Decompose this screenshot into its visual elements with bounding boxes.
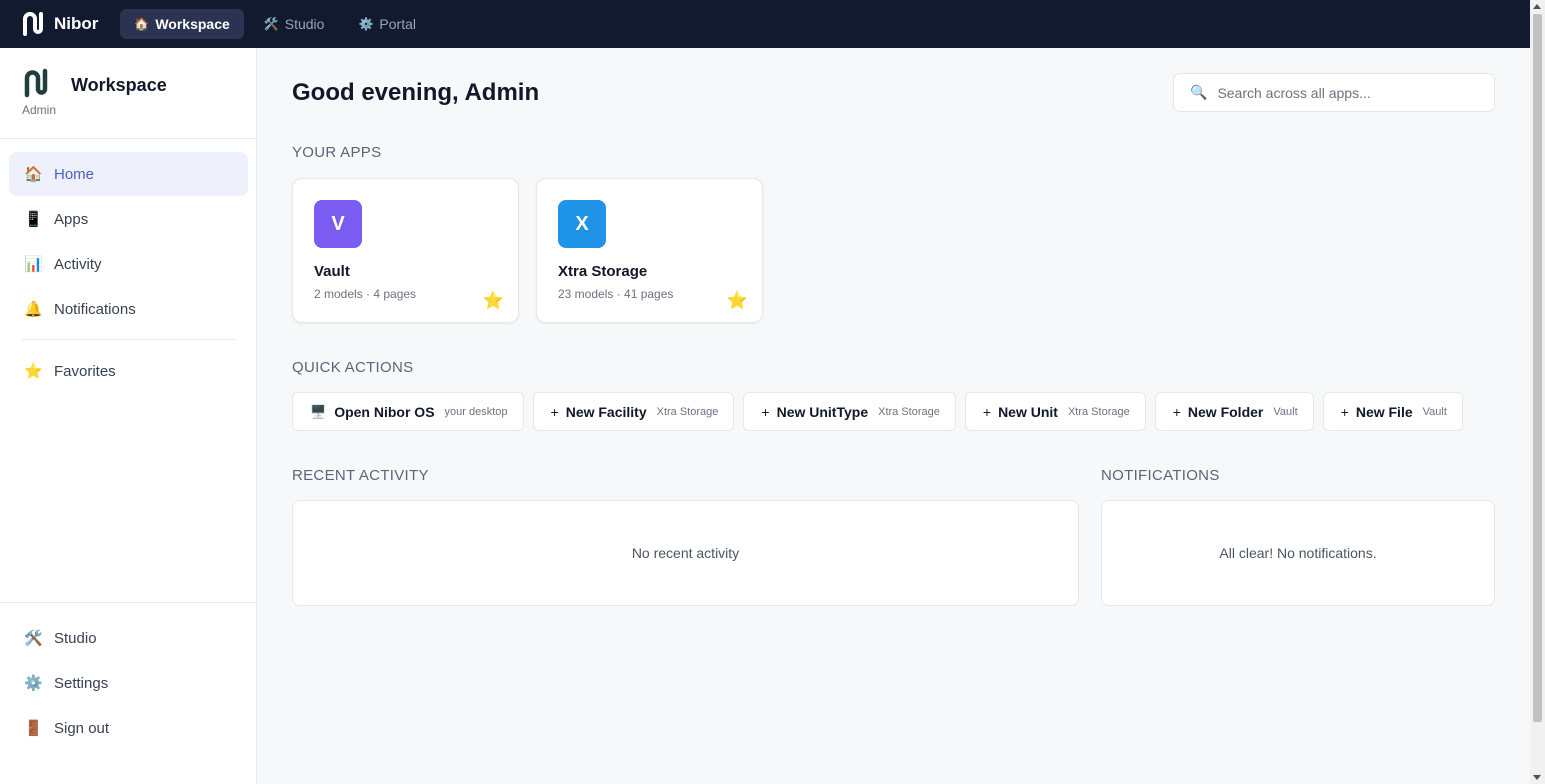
sidebar-item-settings[interactable]: ⚙️ Settings <box>9 661 247 705</box>
favorite-star-icon[interactable]: ⭐ <box>727 291 748 311</box>
star-icon: ⭐ <box>24 363 43 380</box>
app-name: Vault <box>314 263 350 280</box>
sidebar-item-favorites[interactable]: ⭐ Favorites <box>9 349 248 393</box>
door-icon: 🚪 <box>24 720 43 737</box>
gear-icon: ⚙️ <box>358 17 374 31</box>
quick-action-new-unittype[interactable]: + New UnitType Xtra Storage <box>743 392 956 431</box>
plus-icon: + <box>1172 403 1181 420</box>
scroll-down-arrow-icon[interactable] <box>1533 775 1541 780</box>
search-icon: 🔍 <box>1190 84 1208 100</box>
sidebar-divider <box>22 339 235 340</box>
sidebar-item-label: Activity <box>54 255 102 273</box>
sidebar-header: Workspace Admin <box>0 48 256 139</box>
app-meta: 23 models · 41 pages <box>558 287 674 301</box>
home-icon: 🏠 <box>134 17 150 31</box>
app-name: Xtra Storage <box>558 263 648 280</box>
sidebar: Workspace Admin 🏠 Home 📱 Apps 📊 Activity… <box>0 48 257 784</box>
sidebar-item-apps[interactable]: 📱 Apps <box>9 197 248 241</box>
bar-chart-icon: 📊 <box>24 256 43 273</box>
empty-state-text: All clear! No notifications. <box>1219 545 1377 561</box>
notifications-panel: All clear! No notifications. <box>1101 500 1495 606</box>
workspace-logo-icon <box>24 68 48 98</box>
app-letter-icon: X <box>558 200 606 248</box>
plus-icon: + <box>550 403 559 420</box>
sidebar-nav: 🏠 Home 📱 Apps 📊 Activity 🔔 Notifications… <box>9 152 248 394</box>
sidebar-item-label: Settings <box>54 674 109 692</box>
tools-icon: 🛠️ <box>24 630 43 647</box>
quick-action-label: Open Nibor OS <box>334 403 435 420</box>
house-icon: 🏠 <box>24 166 43 183</box>
quick-action-tag: Vault <box>1273 405 1298 418</box>
quick-action-tag: your desktop <box>444 405 508 418</box>
topnav-label: Portal <box>379 16 416 32</box>
nibor-logo-icon <box>23 12 43 36</box>
sidebar-item-activity[interactable]: 📊 Activity <box>9 242 248 286</box>
plus-icon: + <box>982 403 992 420</box>
search-input[interactable] <box>1217 84 1478 101</box>
sidebar-footer: 🛠️ Studio ⚙️ Settings 🚪 Sign out <box>0 602 256 751</box>
topnav-label: Workspace <box>155 16 230 32</box>
sidebar-item-notifications[interactable]: 🔔 Notifications <box>9 287 248 331</box>
plus-icon: + <box>761 403 770 420</box>
sidebar-item-studio[interactable]: 🛠️ Studio <box>9 616 247 660</box>
quick-action-open-nibor-os[interactable]: 🖥️ Open Nibor OS your desktop <box>292 392 524 431</box>
brand-name: Nibor <box>54 14 99 33</box>
sidebar-item-label: Home <box>54 165 95 183</box>
sidebar-item-label: Notifications <box>54 300 136 318</box>
phone-icon: 📱 <box>24 211 43 228</box>
bell-icon: 🔔 <box>24 301 43 318</box>
quick-action-new-file[interactable]: + New File Vault <box>1322 392 1463 431</box>
sidebar-item-label: Apps <box>54 210 89 228</box>
app-meta: 2 models · 4 pages <box>314 287 417 301</box>
quick-action-tag: Xtra Storage <box>1067 405 1130 418</box>
top-nav: 🏠 Workspace 🛠️ Studio ⚙️ Portal <box>120 9 430 39</box>
quick-action-new-unit[interactable]: + New Unit Xtra Storage <box>964 392 1146 431</box>
brand[interactable]: Nibor <box>20 11 98 37</box>
quick-action-label: New Facility <box>565 403 647 420</box>
empty-state-text: No recent activity <box>631 545 740 561</box>
topnav-workspace[interactable]: 🏠 Workspace <box>120 9 244 39</box>
app-letter-icon: V <box>314 200 362 248</box>
scroll-up-arrow-icon[interactable] <box>1533 4 1541 9</box>
favorite-star-icon[interactable]: ⭐ <box>483 291 504 311</box>
section-title-recent-activity: RECENT ACTIVITY <box>292 467 429 484</box>
sidebar-item-label: Favorites <box>54 362 116 380</box>
topnav-studio[interactable]: 🛠️ Studio <box>250 9 339 39</box>
topnav-label: Studio <box>284 16 325 32</box>
desktop-icon: 🖥️ <box>310 403 327 419</box>
page-title: Good evening, Admin <box>292 79 540 106</box>
quick-action-tag: Vault <box>1422 405 1447 418</box>
quick-action-label: New Folder <box>1187 403 1264 420</box>
sidebar-item-home[interactable]: 🏠 Home <box>9 152 248 196</box>
quick-actions: 🖥️ Open Nibor OS your desktop + New Faci… <box>292 392 1463 431</box>
section-title-quick-actions: QUICK ACTIONS <box>292 359 414 376</box>
vertical-scrollbar[interactable] <box>1530 0 1545 784</box>
sidebar-title: Workspace <box>71 75 167 95</box>
topnav-portal[interactable]: ⚙️ Portal <box>344 9 430 39</box>
top-navigation-bar: Nibor 🏠 Workspace 🛠️ Studio ⚙️ Portal <box>0 0 1530 48</box>
quick-action-label: New UnitType <box>776 403 869 420</box>
sidebar-item-sign-out[interactable]: 🚪 Sign out <box>9 706 247 750</box>
quick-action-label: New File <box>1355 403 1413 420</box>
sidebar-subtitle: Admin <box>22 103 57 117</box>
quick-action-tag: Xtra Storage <box>878 405 940 418</box>
plus-icon: + <box>1340 403 1349 420</box>
quick-action-new-facility[interactable]: + New Facility Xtra Storage <box>532 392 735 431</box>
scroll-thumb[interactable] <box>1533 14 1542 722</box>
app-card-vault[interactable]: V Vault 2 models · 4 pages ⭐ <box>292 178 519 323</box>
sidebar-item-label: Sign out <box>54 719 110 737</box>
quick-action-label: New Unit <box>998 403 1058 420</box>
section-title-apps: YOUR APPS <box>292 144 382 161</box>
quick-action-new-folder[interactable]: + New Folder Vault <box>1154 392 1314 431</box>
gear-icon: ⚙️ <box>24 675 43 692</box>
recent-activity-panel: No recent activity <box>292 500 1079 606</box>
app-card-xtra-storage[interactable]: X Xtra Storage 23 models · 41 pages ⭐ <box>536 178 763 323</box>
search-box[interactable]: 🔍 <box>1173 73 1495 112</box>
quick-action-tag: Xtra Storage <box>656 405 719 418</box>
section-title-notifications: NOTIFICATIONS <box>1101 467 1220 484</box>
sidebar-item-label: Studio <box>54 629 97 647</box>
tools-icon: 🛠️ <box>263 17 279 31</box>
